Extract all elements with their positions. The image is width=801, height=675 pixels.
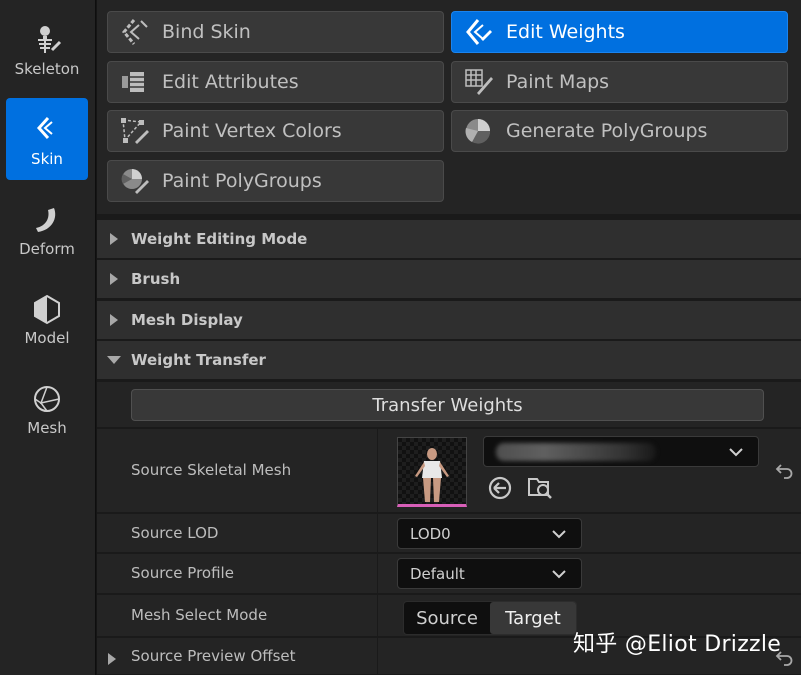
collapse-arrow-icon (107, 353, 121, 367)
expand-arrow-icon (107, 313, 121, 327)
tool-paint-maps-button[interactable]: Paint Maps (451, 61, 788, 103)
use-selected-asset-icon[interactable] (487, 475, 513, 501)
rail-item-model[interactable]: Model (6, 277, 88, 359)
chevron-down-icon (552, 570, 566, 579)
source-profile-value: Default (410, 564, 465, 583)
edit-attributes-icon (118, 66, 150, 98)
tool-label: Paint PolyGroups (162, 170, 322, 192)
section-brush[interactable]: Brush (97, 260, 801, 299)
tool-label: Paint Maps (506, 71, 610, 93)
tool-label: Bind Skin (162, 21, 251, 43)
property-label: Source Skeletal Mesh (131, 461, 292, 479)
rail-item-label: Skeleton (14, 60, 80, 78)
column-divider (377, 595, 378, 636)
rail-item-deform[interactable]: Deform (6, 188, 88, 270)
redacted-asset-name (496, 443, 656, 461)
tool-label: Edit Weights (506, 21, 625, 43)
column-divider (377, 429, 378, 512)
rail-item-label: Model (24, 329, 70, 347)
paint-polygroups-icon (118, 165, 150, 197)
property-label: Source Profile (131, 564, 234, 582)
character-figure-icon (415, 448, 449, 502)
paint-maps-icon (462, 66, 494, 98)
source-lod-value: LOD0 (410, 524, 451, 543)
mesh-icon (29, 381, 65, 417)
paint-vertex-colors-icon (118, 115, 150, 147)
mesh-select-mode-toggle: Source Target (403, 601, 577, 635)
rail-item-skin[interactable]: Skin (6, 98, 88, 180)
tool-label: Edit Attributes (162, 71, 299, 93)
source-profile-dropdown[interactable]: Default (397, 558, 582, 589)
section-title: Weight Transfer (131, 351, 266, 369)
section-title: Brush (131, 270, 181, 288)
property-source-profile: Source Profile Default (97, 554, 801, 594)
mode-rail: Skeleton Skin Deform Model Mesh (0, 0, 96, 675)
transfer-weights-button[interactable]: Transfer Weights (131, 389, 764, 421)
source-lod-dropdown[interactable]: LOD0 (397, 518, 582, 549)
mode-option-source[interactable]: Source (404, 602, 490, 634)
details-panel: Bind Skin Edit Weights Edit Attributes P… (97, 0, 801, 675)
expand-arrow-icon (107, 272, 121, 286)
tool-label: Paint Vertex Colors (162, 120, 342, 142)
section-weight-editing-mode[interactable]: Weight Editing Mode (97, 220, 801, 259)
reset-to-default-icon[interactable] (773, 460, 795, 482)
tool-paint-polygroups-button[interactable]: Paint PolyGroups (107, 160, 444, 202)
property-source-skeletal-mesh: Source Skeletal Mesh (97, 429, 801, 513)
tool-palette: Bind Skin Edit Weights Edit Attributes P… (97, 0, 801, 214)
deform-icon (29, 202, 65, 238)
expand-arrow-icon (107, 650, 117, 669)
property-label: Source LOD (131, 524, 219, 542)
rail-item-mesh[interactable]: Mesh (6, 367, 88, 449)
model-icon (29, 291, 65, 327)
skeleton-icon (29, 22, 65, 58)
section-title: Mesh Display (131, 311, 243, 329)
expand-arrow-icon (107, 232, 121, 246)
column-divider (377, 554, 378, 593)
tool-paint-vertex-colors-button[interactable]: Paint Vertex Colors (107, 110, 444, 152)
tool-label: Generate PolyGroups (506, 120, 708, 142)
rail-item-skeleton[interactable]: Skeleton (6, 8, 88, 90)
property-source-lod: Source LOD LOD0 (97, 514, 801, 553)
tool-edit-weights-button[interactable]: Edit Weights (451, 11, 788, 53)
watermark: 知乎 @Eliot Drizzle (573, 632, 782, 657)
rail-item-label: Skin (31, 150, 63, 168)
tool-bind-skin-button[interactable]: Bind Skin (107, 11, 444, 53)
chevron-down-icon (729, 448, 743, 457)
edit-weights-icon (462, 16, 494, 48)
bind-skin-icon (118, 16, 150, 48)
browse-asset-icon[interactable] (526, 475, 554, 501)
section-mesh-display[interactable]: Mesh Display (97, 301, 801, 340)
tool-generate-polygroups-button[interactable]: Generate PolyGroups (451, 110, 788, 152)
mesh-thumbnail[interactable] (397, 437, 467, 507)
column-divider (377, 638, 378, 674)
rail-item-label: Deform (19, 240, 75, 258)
section-title: Weight Editing Mode (131, 230, 308, 248)
skin-icon (29, 112, 65, 148)
section-weight-transfer[interactable]: Weight Transfer (97, 341, 801, 380)
column-divider (377, 514, 378, 552)
property-label: Source Preview Offset (131, 647, 296, 665)
property-label: Mesh Select Mode (131, 606, 268, 624)
generate-polygroups-icon (462, 115, 494, 147)
chevron-down-icon (552, 530, 566, 539)
mode-option-target[interactable]: Target (490, 602, 576, 634)
tool-edit-attributes-button[interactable]: Edit Attributes (107, 61, 444, 103)
rail-item-label: Mesh (27, 419, 67, 437)
transfer-weights-row: Transfer Weights (97, 382, 801, 428)
skeletal-mesh-asset-picker[interactable] (483, 436, 759, 467)
